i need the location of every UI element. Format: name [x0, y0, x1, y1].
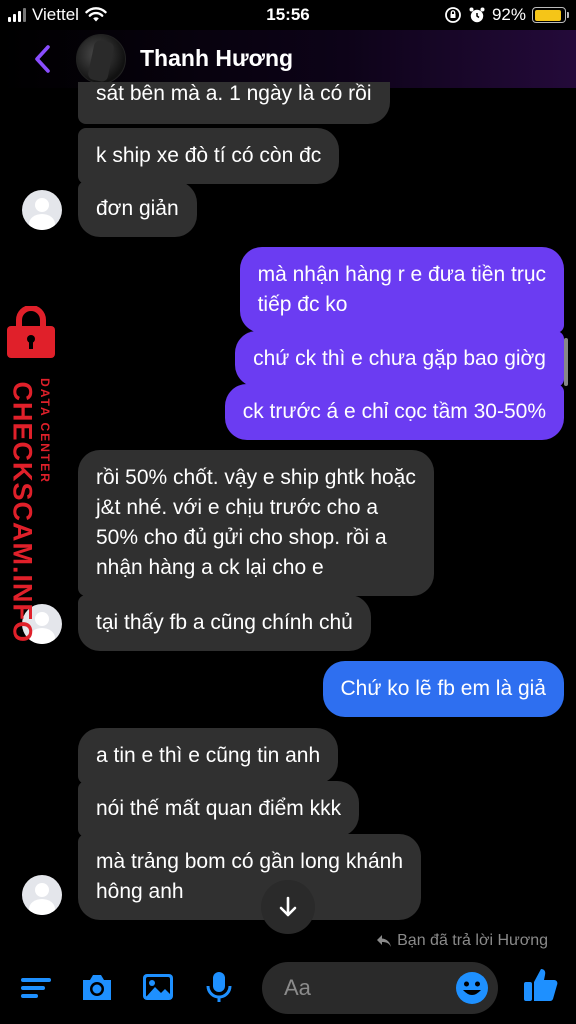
orientation-lock-icon: [445, 7, 461, 23]
message-text-line: tiếp đc ko: [257, 293, 348, 316]
reply-indicator-text: Bạn đã trả lời Hương: [397, 932, 548, 949]
composer-bar: Aa: [0, 956, 576, 1024]
message-text-line: nhận hàng a ck lại cho e: [96, 556, 324, 579]
message-input-placeholder: Aa: [284, 975, 311, 1000]
incoming-message[interactable]: sát bên mà a. 1 ngày là có rồi: [78, 82, 390, 124]
message-text: nói thế mất quan điểm kkk: [96, 797, 342, 820]
contact-avatar[interactable]: [76, 34, 126, 84]
message-text: k ship xe đò tí có còn đc: [96, 144, 322, 167]
watermark: DATA CENTER CHECKSCAM.INFO: [0, 306, 64, 643]
reply-icon: [377, 935, 392, 947]
message-list[interactable]: sát bên mà a. 1 ngày là có rồi k ship xe…: [0, 82, 576, 928]
battery-icon: [532, 7, 569, 23]
alarm-icon: [469, 7, 485, 23]
message-text: sát bên mà a. 1 ngày là có rồi: [96, 82, 372, 105]
thumbs-up-icon[interactable]: [522, 966, 560, 1004]
message-text: đơn giản: [96, 197, 179, 220]
microphone-icon[interactable]: [201, 969, 237, 1005]
sender-avatar[interactable]: [22, 875, 62, 915]
scroll-down-arrow-icon: [279, 896, 297, 917]
message-text: chứ ck thì e chưa gặp bao giờg: [253, 347, 546, 370]
message-text: ck trước á e chỉ cọc tầm 30-50%: [242, 400, 546, 423]
message-input[interactable]: Aa: [262, 962, 498, 1014]
scroll-to-bottom-button[interactable]: [261, 880, 315, 934]
emoji-icon[interactable]: [454, 970, 490, 1006]
battery-percent: 92%: [491, 5, 526, 24]
outgoing-message[interactable]: mà nhận hàng r e đưa tiền trục tiếp đc k…: [239, 247, 564, 333]
incoming-message[interactable]: k ship xe đò tí có còn đc: [78, 128, 340, 184]
outgoing-message[interactable]: Chứ ko lẽ fb em là giả: [322, 661, 564, 717]
back-chevron-icon[interactable]: [28, 42, 58, 76]
watermark-subtitle: DATA CENTER: [38, 378, 52, 484]
message-text: tại thấy fb a cũng chính chủ: [96, 611, 353, 634]
message-text-line: rồi 50% chốt. vậy e ship ghtk hoặc: [96, 466, 416, 489]
sender-avatar[interactable]: [22, 190, 62, 230]
outgoing-message[interactable]: chứ ck thì e chưa gặp bao giờg: [235, 331, 564, 387]
incoming-message[interactable]: rồi 50% chốt. vậy e ship ghtk hoặc j&t n…: [78, 450, 434, 596]
contact-name[interactable]: Thanh Hương: [140, 45, 293, 72]
message-text-line: mà trảng bom có gần long khánh: [96, 850, 404, 873]
incoming-message[interactable]: nói thế mất quan điểm kkk: [78, 781, 360, 837]
watermark-brand: CHECKSCAM.INFO: [7, 381, 38, 644]
message-text-line: 50% cho đủ gửi cho shop. rồi a: [96, 526, 387, 549]
incoming-message[interactable]: mà trảng bom có gần long khánh hông anh: [78, 834, 422, 920]
scrollbar[interactable]: [564, 338, 568, 386]
message-text: Chứ ko lẽ fb em là giả: [340, 677, 547, 700]
message-text-line: j&t nhé. với e chịu trước cho a: [96, 496, 379, 519]
incoming-message[interactable]: tại thấy fb a cũng chính chủ: [78, 595, 371, 651]
camera-icon[interactable]: [79, 969, 115, 1005]
reply-indicator: Bạn đã trả lời Hương: [376, 932, 548, 950]
photo-icon[interactable]: [140, 969, 176, 1005]
incoming-message[interactable]: a tin e thì e cũng tin anh: [78, 728, 339, 784]
chat-header: Thanh Hương: [0, 30, 576, 88]
status-bar: Viettel 15:56 92%: [0, 0, 576, 30]
message-text-line: hông anh: [96, 880, 184, 903]
incoming-message[interactable]: đơn giản: [78, 181, 197, 237]
message-text: a tin e thì e cũng tin anh: [96, 744, 321, 767]
outgoing-message[interactable]: ck trước á e chỉ cọc tầm 30-50%: [224, 384, 564, 440]
message-text-line: mà nhận hàng r e đưa tiền trục: [257, 263, 546, 286]
menu-icon[interactable]: [18, 969, 54, 1005]
